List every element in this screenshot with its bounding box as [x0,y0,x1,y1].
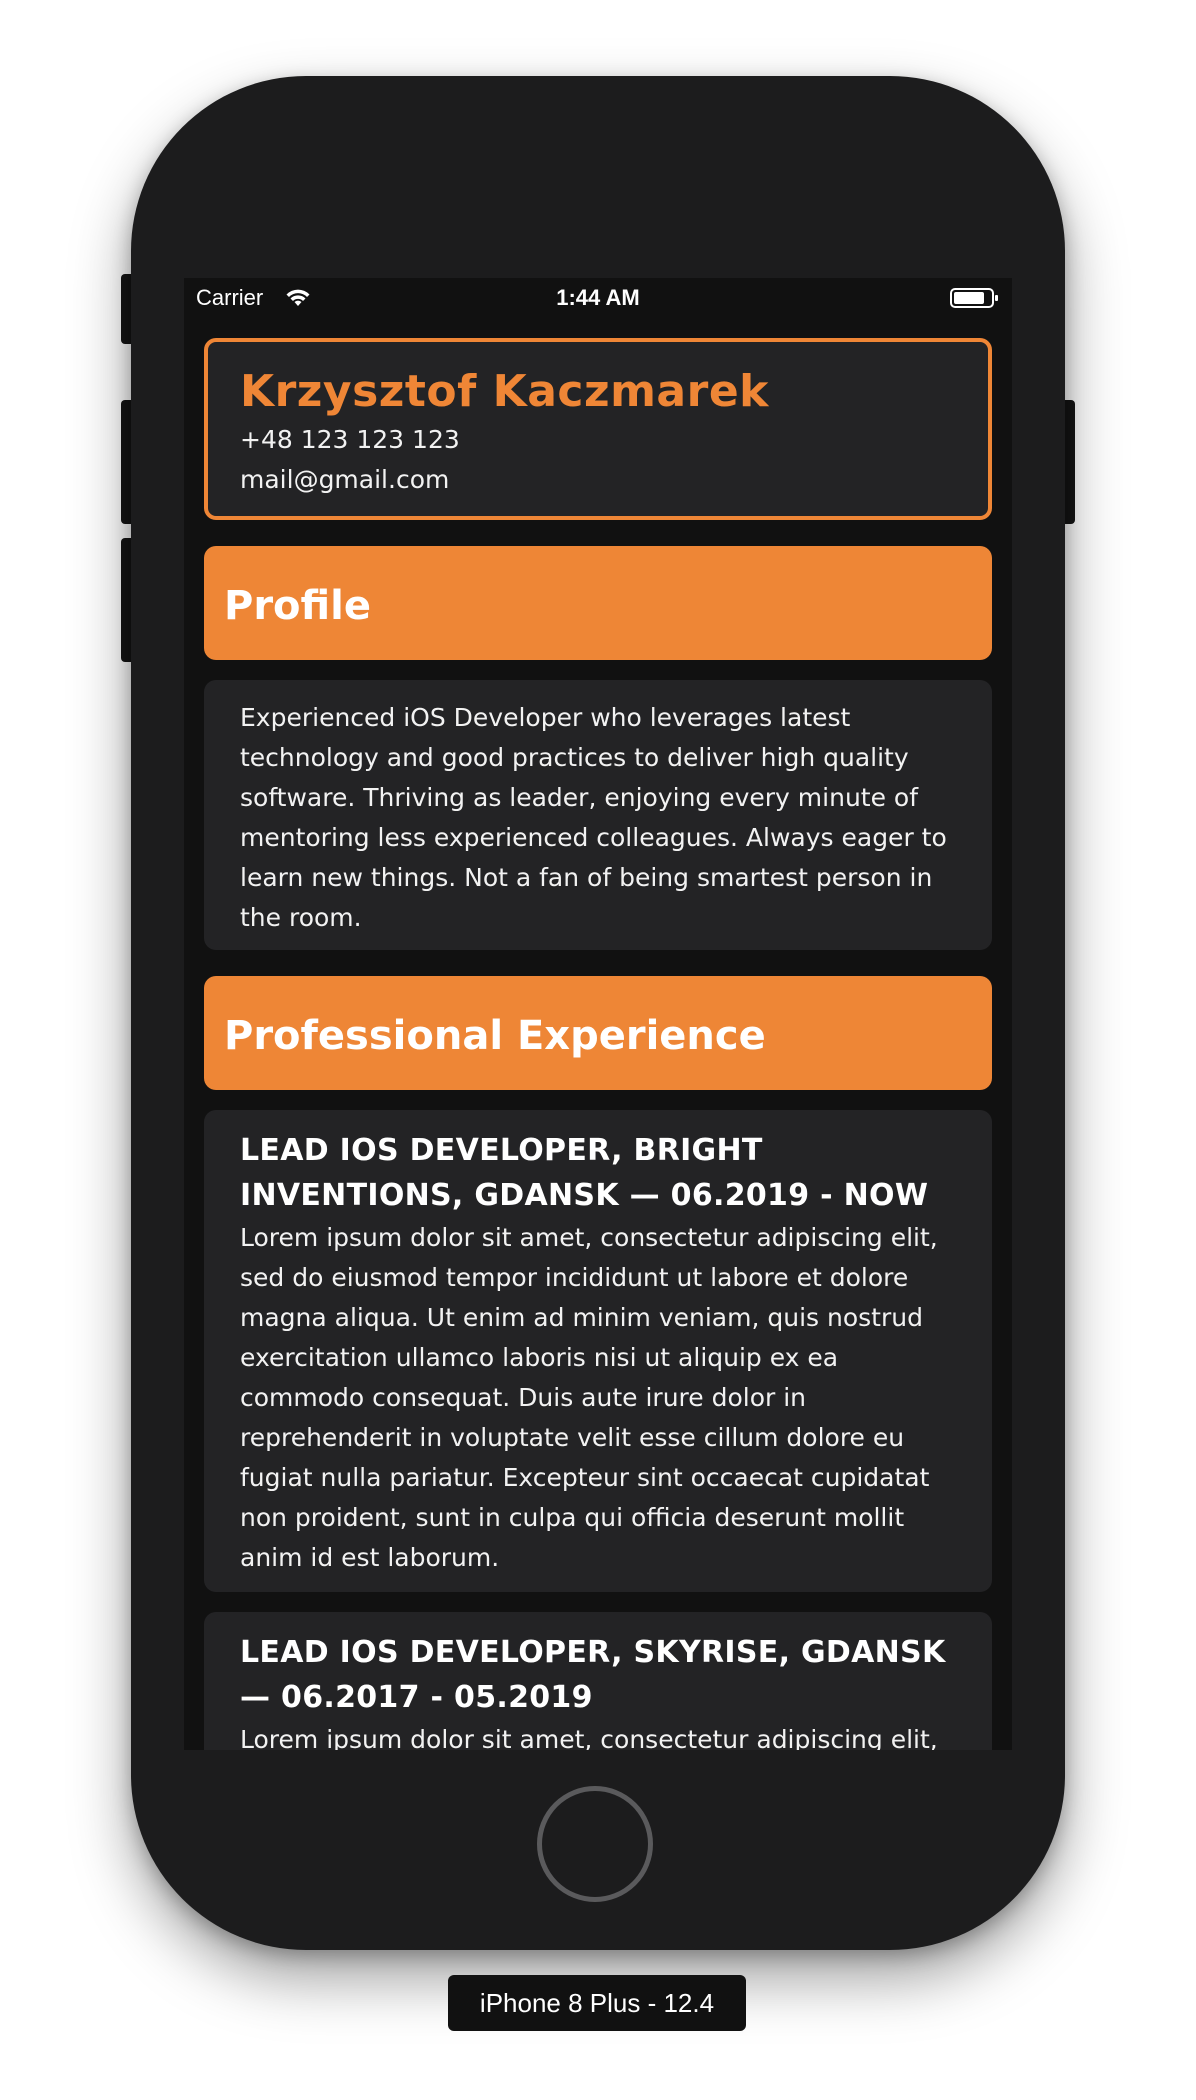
status-time: 1:44 AM [556,285,640,310]
person-name: Krzysztof Kaczmarek [240,366,769,417]
job-title: LEAD IOS DEVELOPER, SKYRISE, GDANSK — 06… [240,1635,946,1715]
phone-number: +48 123 123 123 [240,425,460,454]
battery-icon [950,288,998,308]
experience-section-header: Professional Experience [204,976,992,1090]
home-button[interactable] [537,1786,653,1902]
phone-screen[interactable]: Carrier 1:44 AM Krzysztof Kaczmarek +48 … [184,278,1012,1750]
job-card: LEAD IOS DEVELOPER, SKYRISE, GDANSK — 06… [204,1612,992,1750]
job-description: Lorem ipsum dolor sit amet, consectetur … [240,1223,938,1572]
job-description: Lorem ipsum dolor sit amet, consectetur … [240,1725,938,1750]
job-title: LEAD IOS DEVELOPER, BRIGHT INVENTIONS, G… [240,1133,929,1213]
resume-content[interactable]: Krzysztof Kaczmarek +48 123 123 123 mail… [204,338,992,1750]
profile-card: Experienced iOS Developer who leverages … [204,680,992,950]
profile-text: Experienced iOS Developer who leverages … [240,703,947,932]
simulator-device-label: iPhone 8 Plus - 12.4 [448,1975,746,2031]
email-address: mail@gmail.com [240,465,450,494]
job-card: LEAD IOS DEVELOPER, BRIGHT INVENTIONS, G… [204,1110,992,1592]
contact-card: Krzysztof Kaczmarek +48 123 123 123 mail… [204,338,992,520]
status-bar: Carrier 1:44 AM [184,278,1012,318]
profile-section-header: Profile [204,546,992,660]
simulator-stage: Carrier 1:44 AM Krzysztof Kaczmarek +48 … [0,0,1196,2100]
